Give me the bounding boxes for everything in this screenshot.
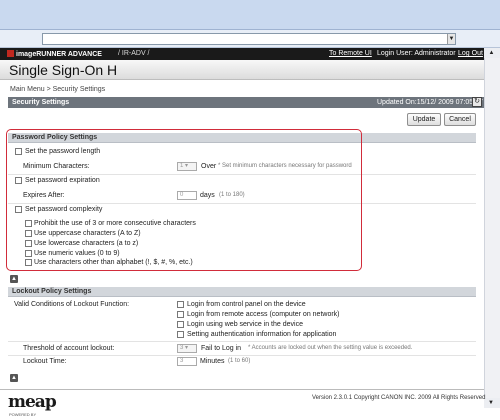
lockout-condition-checkbox[interactable] <box>177 331 184 338</box>
lockout-time-input[interactable]: 3 <box>177 357 197 366</box>
browser-toolbar <box>0 0 500 30</box>
lockout-time-label: Lockout Time: <box>23 358 67 365</box>
lockout-conditions-label: Valid Conditions of Lockout Function: <box>14 301 130 308</box>
address-input[interactable] <box>42 33 456 45</box>
lockout-condition-label: Login from remote access (computer on ne… <box>187 311 340 318</box>
footer: meap POWERED BY Version 2.3.0.1 Copyrigh… <box>0 389 486 420</box>
to-remote-ui-link[interactable]: To Remote UI <box>329 50 372 57</box>
threshold-select[interactable]: 3 ▾ <box>177 344 197 353</box>
lockout-time-unit: Minutes <box>200 358 225 365</box>
brand-name: imageRUNNER ADVANCE <box>16 51 102 58</box>
logout-link[interactable]: Log Out <box>458 50 483 57</box>
updated-timestamp: Updated On:15/12/ 2009 07:05:37 <box>377 99 483 106</box>
divider <box>8 341 476 342</box>
meap-logo-sub: POWERED BY <box>9 412 37 417</box>
section-header: Security Settings Updated On:15/12/ 2009… <box>8 97 484 108</box>
scroll-up-button[interactable]: ▲ <box>482 48 500 58</box>
lockout-condition-label: Login using web service in the device <box>187 321 303 328</box>
lockout-time-range: (1 to 60) <box>228 358 251 364</box>
lockout-condition-checkbox[interactable] <box>177 321 184 328</box>
back-to-top-icon[interactable]: ▲ <box>10 275 18 283</box>
back-to-top-icon[interactable]: ▲ <box>10 374 18 382</box>
breadcrumb: Main Menu > Security Settings <box>10 86 106 93</box>
device-name: / IR-ADV / <box>118 50 150 57</box>
lockout-condition-checkbox[interactable] <box>177 301 184 308</box>
meap-logo: meap <box>8 392 57 412</box>
threshold-note: * Accounts are locked out when the setti… <box>248 345 413 351</box>
refresh-icon[interactable]: ↻ <box>472 97 482 107</box>
divider <box>8 355 476 356</box>
chevron-down-icon[interactable]: ▼ <box>447 34 455 44</box>
lockout-condition-label: Setting authentication information for a… <box>187 331 337 338</box>
lockout-policy-header: Lockout Policy Settings <box>8 287 476 297</box>
login-user: Login User: Administrator <box>377 50 456 57</box>
threshold-label: Threshold of account lockout: <box>23 345 115 352</box>
threshold-value: 3 <box>180 345 184 351</box>
brand-logo: imageRUNNER ADVANCE <box>7 50 102 58</box>
version-text: Version 2.3.0.1 Copyright CANON INC. 200… <box>312 395 486 401</box>
lockout-policy-title: Lockout Policy Settings <box>12 288 92 295</box>
top-header: imageRUNNER ADVANCE / IR-ADV / To Remote… <box>0 48 484 60</box>
address-bar-row: ▼ <box>0 30 500 48</box>
page-title: Single Sign-On H <box>9 62 118 78</box>
section-title: Security Settings <box>12 99 70 106</box>
update-button[interactable]: Update <box>407 113 441 126</box>
lockout-condition-checkbox[interactable] <box>177 311 184 318</box>
canon-mark-icon <box>7 50 14 57</box>
lockout-condition-label: Login from control panel on the device <box>187 301 306 308</box>
cancel-button[interactable]: Cancel <box>444 113 476 126</box>
page-title-bar: Single Sign-On H <box>0 60 484 80</box>
highlight-annotation <box>6 129 362 271</box>
vertical-scrollbar[interactable] <box>484 58 500 398</box>
threshold-unit: Fail to Log in <box>201 345 242 352</box>
